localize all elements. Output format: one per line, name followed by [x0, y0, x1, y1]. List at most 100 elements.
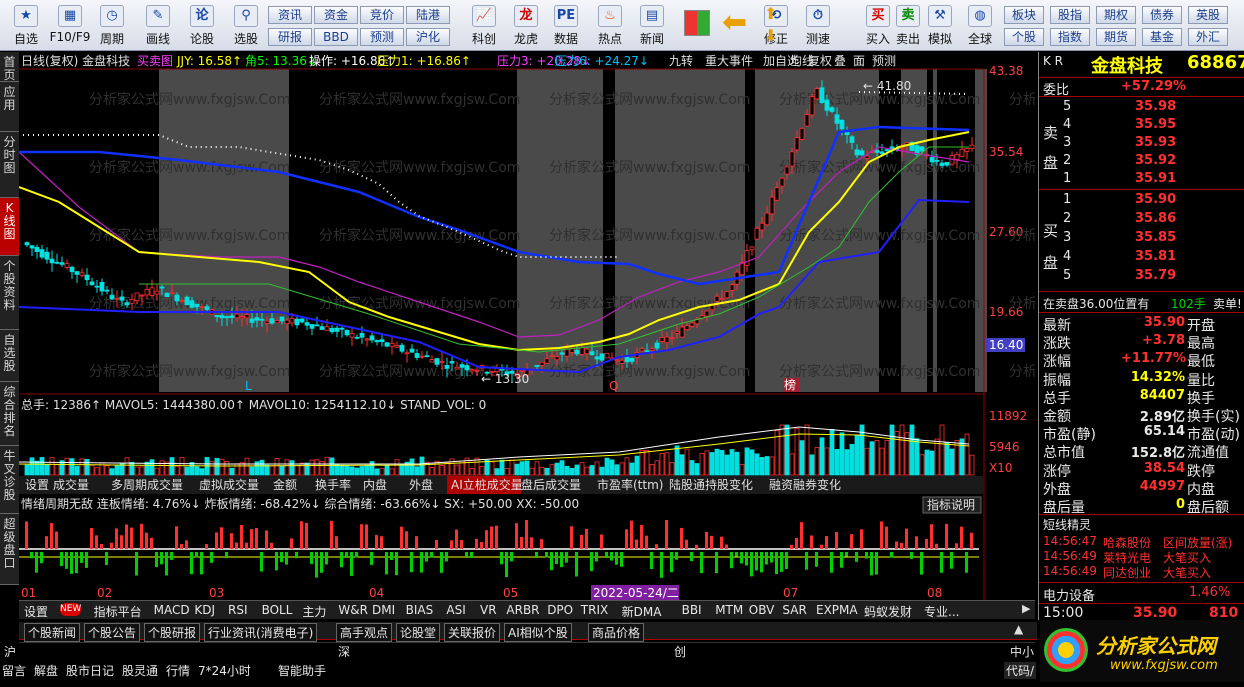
down-arrow-icon[interactable]: ⬇ — [764, 26, 777, 45]
toolbar-market-button[interactable]: 英股 — [1188, 6, 1228, 24]
status-button[interactable]: 行情 — [166, 662, 190, 679]
indicator-tab[interactable]: 指标平台 — [94, 603, 142, 620]
toolbar-hammer-button[interactable]: ⚒ 模拟 — [922, 3, 958, 49]
toolbar-market-button[interactable]: 个股 — [1004, 28, 1044, 46]
indicator-tab[interactable]: KDJ — [194, 603, 215, 617]
leftnav-tab[interactable]: 分时图 — [0, 132, 19, 198]
news-tab[interactable]: 商品价格 — [588, 623, 645, 642]
kline-tag[interactable]: 重大事件 — [705, 54, 753, 68]
toolbar-star-button[interactable]: ★ 自选 — [8, 3, 44, 49]
status-button[interactable]: 股灵通 — [122, 662, 158, 679]
status-button[interactable]: 智能助手 — [278, 662, 326, 679]
back-arrow-icon[interactable]: ⬅ — [722, 8, 747, 38]
toolbar-fire-button[interactable]: ♨ 热点 — [592, 3, 628, 49]
kline-tag[interactable]: 预测 — [872, 54, 896, 68]
indicator-tab[interactable]: 新DMA — [622, 603, 662, 620]
volume-tab[interactable]: 设置 — [25, 478, 49, 492]
toolbar-small-button[interactable]: 资金 — [314, 6, 358, 24]
status-button[interactable]: 股市日记 — [66, 662, 114, 679]
kline-tag[interactable]: 面 — [853, 54, 865, 68]
news-tab[interactable]: AI相似个股 — [504, 623, 572, 642]
news-tab[interactable]: 行业资讯(消费电子) — [204, 623, 318, 642]
toolbar-market-button[interactable]: 债券 — [1142, 6, 1182, 24]
toolbar-news-button[interactable]: ▤ 新闻 — [634, 3, 670, 49]
toolbar-market-button[interactable]: 期货 — [1096, 28, 1136, 46]
market-index-label[interactable]: 沪 — [4, 643, 16, 660]
status-button[interactable]: 解盘 — [34, 662, 58, 679]
leftnav-tab[interactable]: K线图 — [0, 198, 19, 256]
indicator-tab[interactable]: ASI — [446, 603, 465, 617]
indicator-tab[interactable]: DMI — [372, 603, 395, 617]
volume-tab[interactable]: 内盘 — [363, 477, 387, 492]
indicator-tab[interactable]: MACD — [154, 603, 190, 617]
toolbar-grid-button[interactable]: ▦ F10/F9 — [48, 3, 92, 49]
chart-area[interactable]: 日线(复权) 金盘科技 买卖图 JJY: 16.58↑ 角5: 13.36↓操作: +… — [19, 52, 1035, 600]
volume-tab[interactable]: 金额 — [273, 477, 297, 492]
indicator-tab[interactable]: SAR — [782, 603, 806, 617]
toolbar-stopwatch-button[interactable]: ⏱ 测速 — [800, 3, 836, 49]
volume-tab[interactable]: 多周期成交量 — [111, 477, 183, 492]
toolbar-sell-button[interactable]: 卖卖出 — [890, 3, 926, 49]
leftnav-tab[interactable]: 自选股 — [0, 330, 19, 382]
toolbar-pe-button[interactable]: PE 数据 — [548, 3, 584, 49]
indicator-tab[interactable]: 蚂蚁发财 — [864, 603, 912, 620]
volume-tab[interactable]: 盘后成交量 — [521, 477, 581, 492]
kline-tag[interactable]: 九转 — [669, 53, 693, 68]
market-index-label[interactable]: 中小 — [1010, 643, 1034, 660]
kline-tag[interactable]: 叠 — [834, 54, 846, 68]
up-arrow-icon[interactable]: ⬆ — [764, 4, 777, 23]
kline-tag[interactable]: 复权 — [808, 54, 832, 68]
indicator-tab[interactable]: TRIX — [581, 603, 608, 617]
toolbar-market-button[interactable]: 期权 — [1096, 6, 1136, 24]
indicator-tab[interactable]: 主力 — [302, 603, 326, 620]
market-index-label[interactable]: 创 — [674, 643, 686, 660]
indicator-tab[interactable]: 专业... — [924, 603, 959, 620]
indicator-tab[interactable]: BBI — [682, 603, 702, 617]
news-tab[interactable]: 个股公告 — [84, 623, 141, 642]
leftnav-tab[interactable]: 应用 — [0, 82, 19, 132]
leftnav-tab[interactable]: 超级盘口 — [0, 514, 19, 585]
indicator-tab[interactable]: BIAS — [406, 603, 434, 617]
volume-tab[interactable]: 融资融券变化 — [769, 477, 841, 492]
close-icon[interactable]: ▲ — [1014, 622, 1023, 636]
volume-tab[interactable]: 市盈率(ttm) — [597, 477, 663, 492]
indicator-tab[interactable]: NEW — [60, 603, 82, 616]
indicator-tab[interactable]: BOLL — [262, 603, 293, 617]
toolbar-market-button[interactable]: 外汇 — [1188, 28, 1228, 46]
toolbar-globe-button[interactable]: ◍ 全球 — [962, 3, 998, 49]
indicator-tab[interactable]: RSI — [228, 603, 248, 617]
news-tab[interactable]: 关联报价 — [444, 623, 501, 642]
toolbar-small-button[interactable]: 资讯 — [268, 6, 312, 24]
leftnav-tab[interactable]: 牛叉诊股 — [0, 446, 19, 514]
news-tab[interactable]: 个股研报 — [144, 623, 201, 642]
indicator-tab[interactable]: DPO — [547, 603, 573, 617]
status-button[interactable]: 7*24小时 — [198, 662, 251, 679]
toolbar-dragon-button[interactable]: 龙龙虎 — [508, 3, 544, 49]
leftnav-tab[interactable]: 综合排名 — [0, 382, 19, 446]
indicator-tab[interactable]: MTM — [715, 603, 743, 617]
volume-tab[interactable]: 虚拟成交量 — [199, 477, 259, 492]
market-index-label[interactable]: 深 — [338, 643, 350, 660]
volume-tab[interactable]: 外盘 — [409, 477, 433, 492]
volume-tab[interactable]: 成交量 — [53, 477, 89, 492]
toolbar-small-button[interactable]: BBD — [314, 28, 358, 46]
volume-tab[interactable]: 陆股通持股变化 — [669, 477, 753, 492]
toolbar-talk-button[interactable]: 论论股 — [184, 3, 220, 49]
windows-icon[interactable] — [684, 10, 710, 36]
toolbar-small-button[interactable]: 沪化 — [406, 28, 450, 46]
news-tab[interactable]: 个股新闻 — [24, 623, 81, 642]
indicator-tab[interactable]: OBV — [749, 603, 775, 617]
toolbar-market-button[interactable]: 股指 — [1050, 6, 1090, 24]
scroll-right-arrow-icon[interactable]: ▶ — [1022, 602, 1030, 615]
volume-tab[interactable]: 换手率 — [315, 477, 351, 492]
toolbar-small-button[interactable]: 研报 — [268, 28, 312, 46]
volume-tab[interactable]: AI立桩成交量 — [451, 477, 523, 492]
indicator-tab[interactable]: W&R — [338, 603, 368, 617]
toolbar-magnifier-button[interactable]: ⚲ 选股 — [228, 3, 264, 49]
toolbar-small-button[interactable]: 预测 — [360, 28, 404, 46]
indicator-tab[interactable]: EXPMA — [816, 603, 858, 617]
news-tab[interactable]: 高手观点 — [336, 623, 393, 642]
toolbar-pencil-button[interactable]: ✎ 画线 — [140, 3, 176, 49]
code-input-label[interactable]: 代码/ — [1004, 662, 1037, 679]
leftnav-tab[interactable]: 首页 — [0, 52, 19, 82]
